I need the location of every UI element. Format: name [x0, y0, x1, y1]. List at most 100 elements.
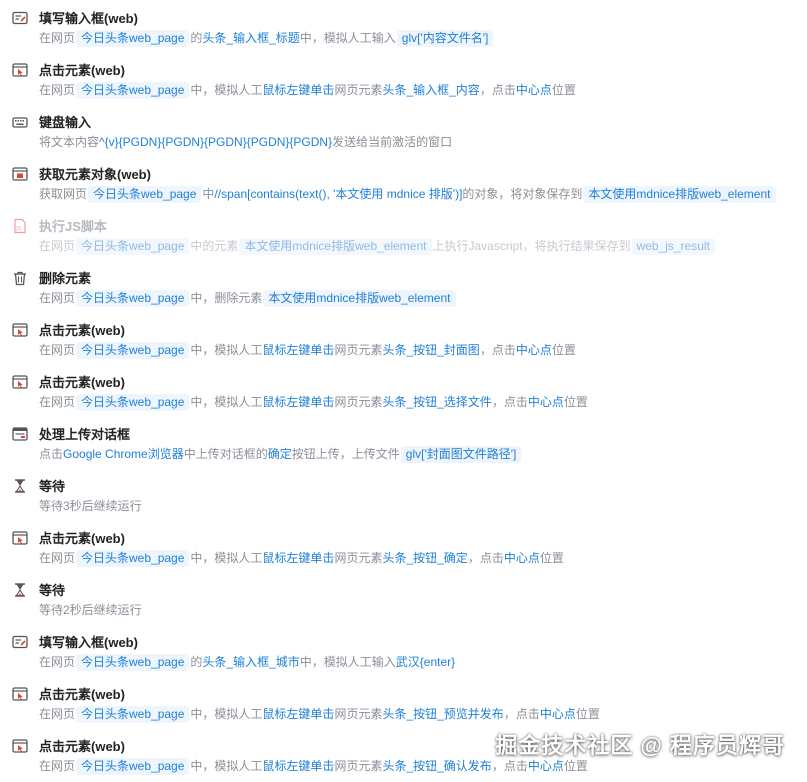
flow-step[interactable]: 点击元素(web) 在网页 今日头条web_page 中，模拟人工鼠标左键单击网页元素… — [0, 52, 807, 104]
param-highlight: 中心点 — [515, 83, 552, 97]
variable-chip: 今日头条web_page — [88, 186, 202, 203]
desc-text: 按钮上传，上传文件 — [291, 447, 400, 461]
variable-chip: 今日头条web_page — [76, 758, 190, 775]
variable-chip: 今日头条web_page — [76, 290, 190, 307]
desc-text: 网页元素 — [334, 551, 383, 565]
step-title: 等待 — [39, 583, 66, 598]
desc-text: 中，模拟人工输入 — [299, 31, 396, 45]
flow-step[interactable]: 等待 等待3秒后继续运行 — [0, 468, 807, 520]
variable-chip: glv['内容文件名'] — [396, 30, 494, 47]
step-description: 获取网页 今日头条web_page 中//span[contains(text(),… — [39, 185, 777, 203]
step-description: 在网页 今日头条web_page 的头条_输入框_标题中，模拟人工输入 glv['内容… — [39, 29, 494, 47]
desc-text: 网页元素 — [334, 83, 383, 97]
desc-text: 等待3秒后继续运行 — [39, 499, 142, 513]
flow-step[interactable]: 填写输入框(web) 在网页 今日头条web_page 的头条_输入框_标题中，模拟人… — [0, 0, 807, 52]
desc-text: 位置 — [551, 343, 576, 357]
desc-text: 在网页 — [39, 291, 76, 305]
flow-step[interactable]: 删除元素 在网页 今日头条web_page 中，删除元素 本文使用mdnice排版web… — [0, 260, 807, 312]
param-highlight: 头条_输入框_城市 — [202, 655, 300, 669]
keyboard-icon — [12, 114, 28, 130]
step-title: 点击元素(web) — [39, 63, 125, 78]
desc-text: 位置 — [563, 395, 588, 409]
param-highlight: ^{v}{PGDN}{PGDN}{PGDN}{PGDN}{PGDN} — [99, 135, 333, 149]
step-description: 在网页 今日头条web_page 中，删除元素 本文使用mdnice排版web_ele… — [39, 289, 457, 307]
desc-text: 在网页 — [39, 655, 76, 669]
variable-chip: 今日头条web_page — [76, 550, 190, 567]
desc-text: ，点击 — [503, 707, 540, 721]
variable-chip: 今日头条web_page — [76, 238, 190, 255]
flow-step[interactable]: 填写输入框(web) 在网页 今日头条web_page 的头条_输入框_城市中，模拟人… — [0, 624, 807, 676]
variable-chip: 今日头条web_page — [76, 706, 190, 723]
step-title: 填写输入框(web) — [39, 635, 138, 650]
flow-step[interactable]: 获取元素对象(web) 获取网页 今日头条web_page 中//span[conta… — [0, 156, 807, 208]
desc-text: 在网页 — [39, 551, 76, 565]
desc-text: 点击 — [39, 447, 64, 461]
flow-step[interactable]: 点击元素(web) 在网页 今日头条web_page 中，模拟人工鼠标左键单击网页元素… — [0, 312, 807, 364]
click-element-icon — [12, 322, 28, 338]
js-script-icon: JS — [12, 218, 28, 234]
param-highlight: 头条_按钮_封面图 — [382, 343, 480, 357]
desc-text: 在网页 — [39, 759, 76, 773]
desc-text: 在网页 — [39, 83, 76, 97]
desc-text: 网页元素 — [334, 343, 383, 357]
flow-step[interactable]: 等待 等待2秒后继续运行 — [0, 572, 807, 624]
step-description: 在网页 今日头条web_page 中，模拟人工鼠标左键单击网页元素头条_按钮_预览并… — [39, 705, 600, 723]
click-element-icon — [12, 530, 28, 546]
param-highlight: 中心点 — [503, 551, 540, 565]
step-title: 点击元素(web) — [39, 531, 125, 546]
variable-chip: 今日头条web_page — [76, 342, 190, 359]
step-description: 在网页 今日头条web_page 中，模拟人工鼠标左键单击网页元素头条_按钮_选择文… — [39, 393, 588, 411]
param-highlight: 武汉{enter} — [395, 655, 456, 669]
desc-text: 中，删除元素 — [190, 291, 263, 305]
param-highlight: 中心点 — [527, 759, 564, 773]
click-element-icon — [12, 738, 28, 754]
step-title: 点击元素(web) — [39, 687, 125, 702]
param-highlight: 头条_按钮_确定 — [382, 551, 468, 565]
step-title: 点击元素(web) — [39, 375, 125, 390]
desc-text: 位置 — [551, 83, 576, 97]
step-title: 执行JS脚本 — [39, 219, 107, 234]
click-element-icon — [12, 686, 28, 702]
variable-chip: 今日头条web_page — [76, 394, 190, 411]
desc-text: 中，模拟人工 — [190, 759, 263, 773]
desc-text: 在网页 — [39, 31, 76, 45]
desc-text: 位置 — [575, 707, 600, 721]
input-fill-icon — [12, 10, 28, 26]
step-title: 键盘输入 — [39, 115, 92, 130]
flow-step[interactable]: JS 执行JS脚本 在网页 今日头条web_page 中的元素 本文使用mdnice排版w… — [0, 208, 807, 260]
step-description: 在网页 今日头条web_page 中，模拟人工鼠标左键单击网页元素头条_输入框_内容… — [39, 81, 576, 99]
flow-step[interactable]: 处理上传对话框 点击Google Chrome浏览器中上传对话框的确定按钮上传，上… — [0, 416, 807, 468]
desc-text: 的 — [190, 655, 203, 669]
desc-text: 在网页 — [39, 395, 76, 409]
desc-text: ，点击 — [491, 759, 528, 773]
desc-text: 中，模拟人工输入 — [299, 655, 396, 669]
param-highlight: 头条_按钮_预览并发布 — [382, 707, 504, 721]
param-highlight: 头条_输入框_内容 — [382, 83, 480, 97]
desc-text: 位置 — [563, 759, 588, 773]
flow-step[interactable]: 点击元素(web) 在网页 今日头条web_page 中，模拟人工鼠标左键单击网页元素… — [0, 676, 807, 728]
desc-text: ，点击 — [467, 551, 504, 565]
desc-text: 在网页 — [39, 343, 76, 357]
param-highlight: 中心点 — [515, 343, 552, 357]
desc-text: 中的元素 — [190, 239, 239, 253]
flow-step[interactable]: 点击元素(web) 在网页 今日头条web_page 中，模拟人工鼠标左键单击网页元素… — [0, 364, 807, 416]
get-element-icon — [12, 166, 28, 182]
hourglass-icon — [12, 478, 28, 494]
click-element-icon — [12, 62, 28, 78]
flow-step[interactable]: 点击元素(web) 在网页 今日头条web_page 中，模拟人工鼠标左键单击网页元素… — [0, 520, 807, 572]
flow-step[interactable]: 键盘输入 将文本内容^{v}{PGDN}{PGDN}{PGDN}{PGDN}{PG… — [0, 104, 807, 156]
param-highlight: 头条_输入框_标题 — [202, 31, 300, 45]
param-highlight: 鼠标左键单击 — [262, 759, 335, 773]
desc-text: 中，模拟人工 — [190, 551, 263, 565]
upload-dialog-icon — [12, 426, 28, 442]
step-title: 点击元素(web) — [39, 739, 125, 754]
step-description: 点击Google Chrome浏览器中上传对话框的确定按钮上传，上传文件 glv[… — [39, 445, 522, 463]
param-highlight: 鼠标左键单击 — [262, 707, 335, 721]
param-highlight: 头条_按钮_确认发布 — [382, 759, 492, 773]
variable-chip: 今日头条web_page — [76, 82, 190, 99]
click-element-icon — [12, 374, 28, 390]
step-title: 点击元素(web) — [39, 323, 125, 338]
desc-text: 中，模拟人工 — [190, 343, 263, 357]
step-title: 填写输入框(web) — [39, 11, 138, 26]
desc-text: 发送给当前激活的窗口 — [332, 135, 453, 149]
